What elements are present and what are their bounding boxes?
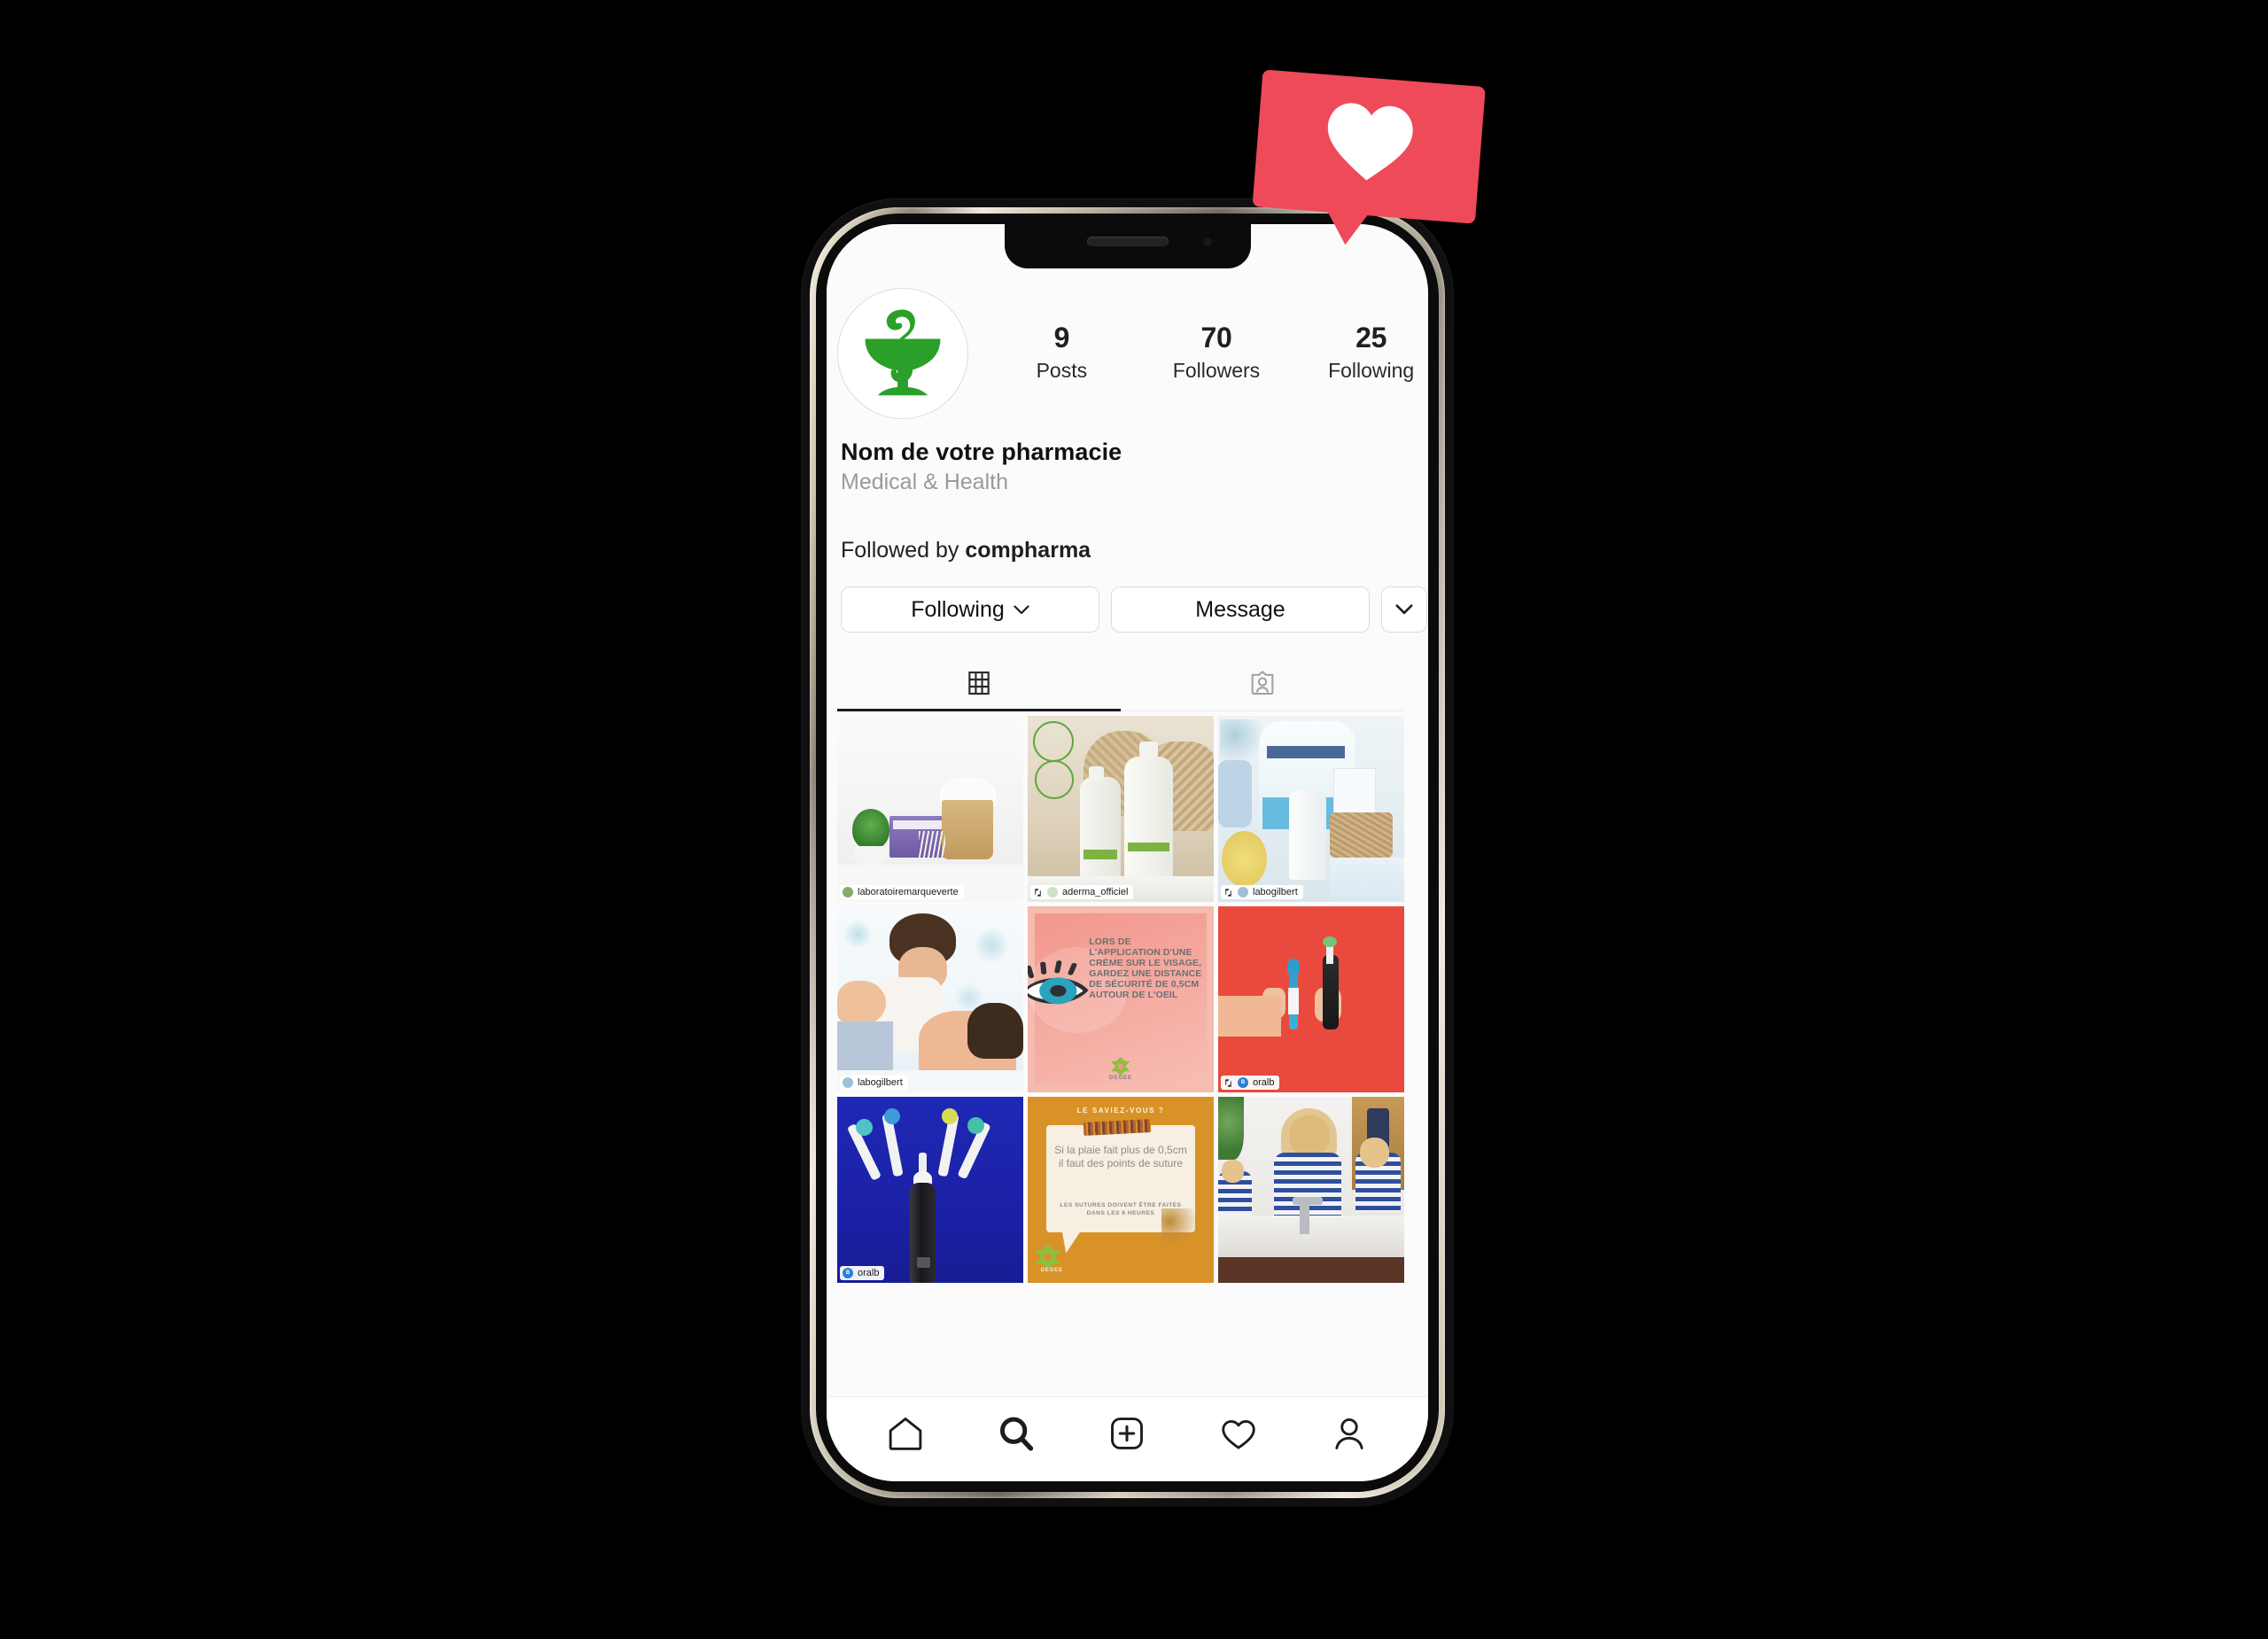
plus-square-icon bbox=[1111, 1417, 1144, 1449]
person-tagged-icon bbox=[1251, 671, 1274, 695]
stat-posts[interactable]: 9 Posts bbox=[1013, 322, 1110, 385]
profile-actions: Following Message bbox=[841, 586, 1428, 633]
poster-brand: DEGEE bbox=[1040, 1268, 1063, 1274]
following-button-label: Following bbox=[911, 596, 1005, 622]
instagram-app: 9 Posts 70 Followers 25 Following Nom de… bbox=[827, 224, 1428, 1481]
profile-scroll-area[interactable]: 9 Posts 70 Followers 25 Following Nom de… bbox=[827, 224, 1428, 1481]
post-suture-tip[interactable]: LE SAVIEZ-VOUS ? Si la plaie fait plus d… bbox=[1028, 1097, 1214, 1283]
post-credit: B oralb bbox=[840, 1266, 885, 1280]
repost-icon bbox=[1225, 888, 1231, 897]
post-cotton-buds[interactable]: laboratoiremarqueverte bbox=[837, 716, 1023, 902]
nav-activity[interactable] bbox=[1218, 1413, 1259, 1454]
front-camera-icon bbox=[1202, 237, 1212, 246]
post-credit: laboratoiremarqueverte bbox=[840, 885, 964, 899]
credit-username: laboratoiremarqueverte bbox=[858, 886, 959, 897]
post-credit: labogilbert bbox=[1221, 885, 1303, 899]
profile-stats: 9 Posts 70 Followers 25 Following bbox=[968, 322, 1428, 385]
phone-screen: 9 Posts 70 Followers 25 Following Nom de… bbox=[827, 224, 1428, 1481]
repost-icon bbox=[1225, 1078, 1231, 1087]
nav-home[interactable] bbox=[885, 1413, 926, 1454]
home-icon bbox=[889, 1417, 921, 1450]
person-icon bbox=[1335, 1418, 1363, 1449]
stat-following-label: Following bbox=[1328, 359, 1415, 383]
like-notification-badge bbox=[1250, 69, 1486, 250]
post-thumbnail bbox=[1218, 1097, 1404, 1283]
following-button[interactable]: Following bbox=[841, 586, 1099, 633]
nav-search[interactable] bbox=[996, 1413, 1037, 1454]
post-thumbnail bbox=[837, 1097, 1023, 1283]
bottom-navigation-bar bbox=[827, 1396, 1428, 1481]
credit-avatar bbox=[1238, 887, 1248, 897]
phone-notch bbox=[1004, 224, 1251, 268]
poster-text: LORS DE L'APPLICATION D'UNE CRÈME SUR LE… bbox=[1089, 936, 1202, 1001]
followed-by-prefix: Followed by bbox=[841, 538, 966, 563]
profile-category: Medical & Health bbox=[841, 470, 1008, 494]
post-credit: B oralb bbox=[1221, 1076, 1280, 1090]
stat-followers[interactable]: 70 Followers bbox=[1168, 322, 1265, 385]
credit-username: aderma_officiel bbox=[1062, 886, 1129, 897]
posts-grid: laboratoiremarqueverte aderma_officiel l… bbox=[837, 716, 1404, 1283]
speaker-slot-icon bbox=[1086, 237, 1169, 246]
stat-posts-value: 9 bbox=[1053, 321, 1070, 353]
credit-avatar bbox=[1047, 887, 1058, 897]
post-credit: labogilbert bbox=[840, 1076, 908, 1090]
post-toothbrush-hands[interactable]: B oralb bbox=[1218, 906, 1404, 1092]
tab-tagged[interactable] bbox=[1121, 656, 1404, 711]
followed-by-line: Followed by compharma bbox=[841, 538, 1428, 563]
stat-followers-value: 70 bbox=[1200, 321, 1232, 353]
post-credit: aderma_officiel bbox=[1030, 885, 1134, 899]
followed-by-username[interactable]: compharma bbox=[965, 538, 1091, 563]
post-eye-safety-tip[interactable]: LORS DE L'APPLICATION D'UNE CRÈME SUR LE… bbox=[1028, 906, 1214, 1092]
post-thumbnail bbox=[1028, 716, 1214, 902]
nav-create[interactable] bbox=[1107, 1413, 1147, 1454]
more-options-button[interactable] bbox=[1381, 586, 1427, 633]
avatar[interactable] bbox=[837, 288, 968, 419]
post-baby-and-dad[interactable]: labogilbert bbox=[837, 906, 1023, 1092]
stat-following[interactable]: 25 Following bbox=[1323, 322, 1420, 385]
credit-avatar bbox=[843, 887, 853, 897]
chevron-down-icon bbox=[1014, 604, 1029, 614]
phone-mockup: 9 Posts 70 Followers 25 Following Nom de… bbox=[802, 199, 1453, 1506]
credit-avatar bbox=[843, 1077, 853, 1088]
post-thumbnail: LE SAVIEZ-VOUS ? Si la plaie fait plus d… bbox=[1028, 1097, 1214, 1283]
stat-following-value: 25 bbox=[1355, 321, 1387, 353]
message-button-label: Message bbox=[1195, 596, 1285, 622]
post-thumbnail bbox=[837, 906, 1023, 1092]
profile-header: 9 Posts 70 Followers 25 Following bbox=[832, 288, 1428, 419]
post-pads-bio[interactable]: labogilbert bbox=[1218, 716, 1404, 902]
message-button[interactable]: Message bbox=[1111, 586, 1370, 633]
credit-username: labogilbert bbox=[858, 1076, 903, 1088]
grid-icon bbox=[968, 671, 990, 695]
nav-profile[interactable] bbox=[1329, 1413, 1370, 1454]
post-family-brushing[interactable] bbox=[1218, 1097, 1404, 1283]
post-thumbnail bbox=[1218, 906, 1404, 1092]
stat-posts-label: Posts bbox=[1036, 359, 1088, 383]
poster-text: Si la plaie fait plus de 0,5cm il faut d… bbox=[1054, 1143, 1187, 1170]
credit-avatar: B bbox=[1238, 1077, 1248, 1088]
poster-brand: DEGEE bbox=[1108, 1076, 1132, 1082]
credit-username: labogilbert bbox=[1253, 886, 1298, 897]
post-thumbnail: LORS DE L'APPLICATION D'UNE CRÈME SUR LE… bbox=[1028, 906, 1214, 1092]
stat-followers-label: Followers bbox=[1172, 359, 1261, 383]
badge-card bbox=[1252, 69, 1486, 224]
credit-username: oralb bbox=[858, 1267, 880, 1278]
credit-avatar: B bbox=[843, 1268, 853, 1278]
post-aderma-bottles[interactable]: aderma_officiel bbox=[1028, 716, 1214, 902]
credit-username: oralb bbox=[1253, 1076, 1275, 1088]
profile-tabs bbox=[837, 656, 1404, 711]
search-icon bbox=[1000, 1417, 1034, 1451]
degee-cross-logo-icon bbox=[1111, 1056, 1130, 1076]
post-thumbnail bbox=[1218, 716, 1404, 902]
post-thumbnail bbox=[837, 716, 1023, 902]
chevron-down-icon bbox=[1395, 604, 1413, 615]
pharmacy-bowl-of-hygieia-icon bbox=[865, 309, 941, 396]
active-tab-underline bbox=[837, 709, 1121, 711]
heart-icon bbox=[1222, 1419, 1255, 1449]
post-oralb-brush-heads[interactable]: B oralb bbox=[837, 1097, 1023, 1283]
repost-icon bbox=[1035, 888, 1041, 897]
tab-posts-grid[interactable] bbox=[837, 656, 1121, 711]
heart-icon bbox=[1327, 103, 1413, 181]
profile-display-name: Nom de votre pharmacie bbox=[841, 439, 1122, 465]
